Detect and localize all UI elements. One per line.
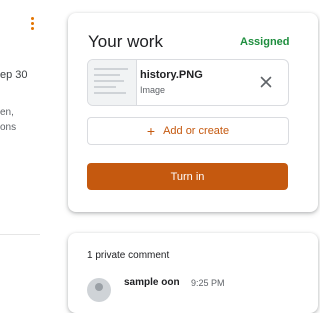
status-badge: Assigned xyxy=(240,36,290,48)
sidebar-divider xyxy=(0,234,40,235)
plus-icon: + xyxy=(146,123,156,139)
more-options-icon[interactable] xyxy=(30,16,36,32)
snippet-line: en, xyxy=(0,107,14,118)
file-name[interactable]: history.PNG xyxy=(140,69,203,81)
your-work-title: Your work xyxy=(88,32,163,51)
attachment-chip[interactable]: history.PNG Image xyxy=(87,59,289,106)
file-type: Image xyxy=(140,85,166,95)
turn-in-label: Turn in xyxy=(170,170,205,183)
instructions-snippet: en, ons xyxy=(0,105,16,135)
add-or-create-button[interactable]: + Add or create xyxy=(87,117,289,145)
close-icon[interactable] xyxy=(258,74,274,90)
due-date-text: ep 30 xyxy=(0,69,28,81)
your-work-card: Your work Assigned history.PNG Image + A… xyxy=(68,13,318,212)
snippet-line: ons xyxy=(0,122,17,133)
file-thumbnail xyxy=(88,60,137,105)
add-or-create-label: Add or create xyxy=(163,125,230,137)
turn-in-button[interactable]: Turn in xyxy=(87,163,288,190)
avatar xyxy=(87,278,111,302)
private-comments-heading: 1 private comment xyxy=(87,250,170,261)
comment-time: 9:25 PM xyxy=(191,278,225,288)
private-comments-card: 1 private comment sample oon 9:25 PM xyxy=(68,233,318,313)
comment-author: sample oon xyxy=(124,277,180,288)
